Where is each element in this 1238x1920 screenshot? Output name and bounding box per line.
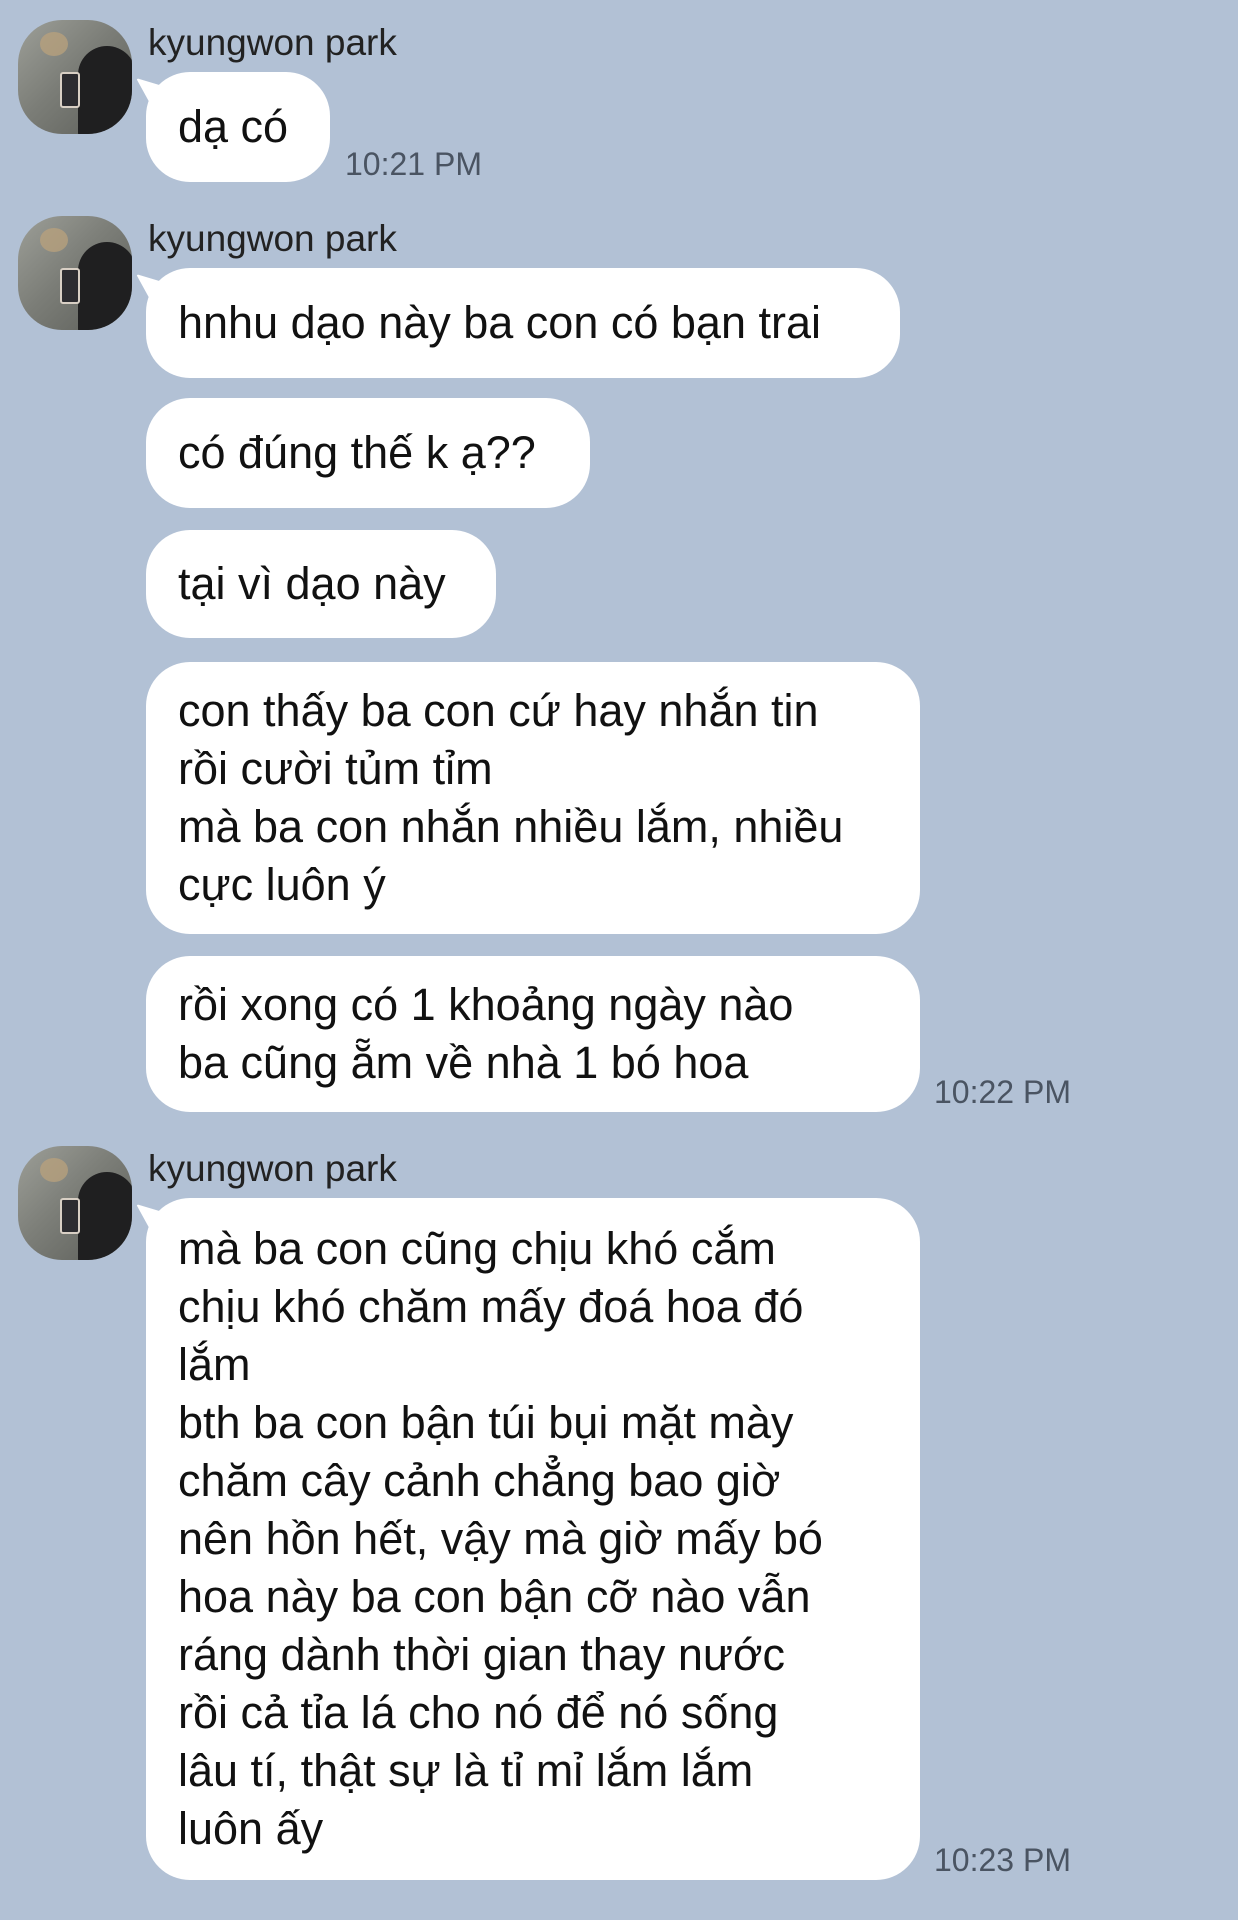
message-text: rồi cả tỉa lá cho nó để nó sống	[178, 1687, 779, 1738]
message-text: rồi cười tủm tỉm	[178, 743, 493, 794]
sender-name: kyungwon park	[148, 22, 397, 63]
message-text: dạ có	[178, 101, 289, 152]
message-text: con thấy ba con cứ hay nhắn tin	[178, 685, 819, 736]
message-text: luôn ấy	[178, 1803, 324, 1854]
message-text: nên hồn hết, vậy mà giờ mấy bó	[178, 1513, 823, 1564]
message-bubble[interactable]: có đúng thế k ạ??	[146, 398, 590, 508]
message-timestamp: 10:21 PM	[345, 146, 482, 182]
message-timestamp: 10:22 PM	[934, 1074, 1071, 1110]
message-text: chịu khó chăm mấy đoá hoa đó	[178, 1281, 804, 1332]
message-bubble[interactable]: dạ có	[146, 72, 330, 182]
message-text: tại vì dạo này	[178, 558, 446, 609]
message-text: lắm	[178, 1339, 251, 1390]
sender-name: kyungwon park	[148, 218, 397, 259]
message-text: cực luôn ý	[178, 859, 386, 910]
message-bubble[interactable]: con thấy ba con cứ hay nhắn tin rồi cười…	[146, 662, 920, 934]
message-text: có đúng thế k ạ??	[178, 427, 536, 478]
profile-photo-avatar[interactable]	[18, 1146, 132, 1260]
profile-photo-avatar[interactable]	[18, 20, 132, 134]
message-text: bth ba con bận túi bụi mặt mày	[178, 1397, 794, 1448]
message-bubble[interactable]: tại vì dạo này	[146, 530, 496, 638]
message-text: chăm cây cảnh chẳng bao giờ	[178, 1455, 781, 1506]
message-bubble[interactable]: mà ba con cũng chịu khó cắm chịu khó chă…	[146, 1198, 920, 1880]
message-text: ba cũng ẵm về nhà 1 bó hoa	[178, 1037, 749, 1088]
message-text: hoa này ba con bận cỡ nào vẫn	[178, 1571, 811, 1622]
message-text: ráng dành thời gian thay nước	[178, 1629, 786, 1680]
message-text: mà ba con nhắn nhiều lắm, nhiều	[178, 801, 844, 852]
profile-photo-avatar[interactable]	[18, 216, 132, 330]
message-timestamp: 10:23 PM	[934, 1842, 1071, 1878]
message-text: rồi xong có 1 khoảng ngày nào	[178, 979, 794, 1030]
message-bubble[interactable]: rồi xong có 1 khoảng ngày nào ba cũng ẵm…	[146, 956, 920, 1112]
message-text: hnhu dạo này ba con có bạn trai	[178, 297, 821, 348]
message-bubble[interactable]: hnhu dạo này ba con có bạn trai	[146, 268, 900, 378]
message-text: lâu tí, thật sự là tỉ mỉ lắm lắm	[178, 1745, 754, 1796]
sender-name: kyungwon park	[148, 1148, 397, 1189]
message-text: mà ba con cũng chịu khó cắm	[178, 1223, 776, 1274]
